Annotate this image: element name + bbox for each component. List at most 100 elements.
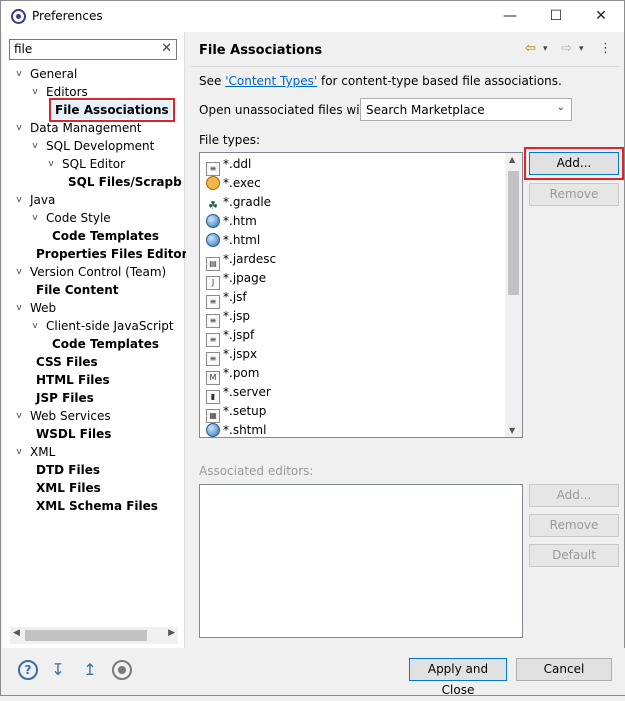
view-menu-icon[interactable]: ⋮: [599, 41, 612, 56]
file-type-row[interactable]: ▮ *.server: [206, 383, 271, 404]
maximize-button[interactable]: ☐: [533, 1, 579, 32]
add-editor-button[interactable]: Add...: [529, 484, 619, 507]
record-icon[interactable]: [112, 660, 132, 680]
file-type-name: *.pom: [223, 366, 260, 380]
file-type-name: *.shtml: [223, 423, 267, 437]
tree-item[interactable]: WSDL Files: [36, 425, 111, 443]
tree-item[interactable]: Version Control (Team): [30, 263, 166, 281]
expand-toggle-icon[interactable]: v: [14, 68, 24, 80]
help-icon[interactable]: ?: [18, 660, 38, 680]
expand-toggle-icon[interactable]: v: [14, 302, 24, 314]
expand-toggle-icon[interactable]: v: [14, 446, 24, 458]
expand-toggle-icon[interactable]: v: [30, 212, 40, 224]
info-suffix: for content-type based file associations…: [317, 74, 562, 88]
file-type-row[interactable]: ≡ *.jsf: [206, 288, 247, 309]
file-type-row[interactable]: J *.jpage: [206, 269, 266, 290]
scroll-thumb[interactable]: [25, 630, 147, 641]
scroll-right-icon[interactable]: ▶: [168, 628, 175, 638]
preferences-sidebar: file ✕ v General v Editors File Associations…: [2, 32, 188, 648]
import-icon[interactable]: ↧: [48, 660, 68, 680]
tree-item[interactable]: Java: [30, 191, 55, 209]
tree-item[interactable]: File Content: [36, 281, 119, 299]
tree-item[interactable]: Web Services: [30, 407, 111, 425]
tree-item[interactable]: Web: [30, 299, 56, 317]
associated-editors-list[interactable]: [199, 484, 523, 638]
file-type-row[interactable]: *.shtml: [206, 421, 267, 437]
scroll-thumb[interactable]: [508, 171, 519, 295]
expand-toggle-icon[interactable]: v: [14, 122, 24, 134]
file-type-row[interactable]: *.exec: [206, 174, 261, 193]
file-types-list[interactable]: ▲ ▼ ≡ *.ddl *.exec ☘ *.gradle *.htm *.html ▤ *.j…: [199, 152, 523, 438]
minimize-button[interactable]: —: [487, 1, 533, 32]
tree-item[interactable]: DTD Files: [36, 461, 100, 479]
file-type-name: *.jspf: [223, 328, 255, 342]
expand-toggle-icon[interactable]: v: [14, 266, 24, 278]
file-type-row[interactable]: ▦ *.setup: [206, 402, 266, 423]
close-button[interactable]: ✕: [578, 1, 624, 32]
file-types-label: File types:: [199, 133, 260, 147]
default-editor-button[interactable]: Default: [529, 544, 619, 567]
file-type-row[interactable]: ≡ *.ddl: [206, 155, 251, 176]
scroll-up-icon[interactable]: ▲: [509, 155, 515, 164]
expand-toggle-icon[interactable]: v: [14, 410, 24, 422]
dialog-button-bar: ? ↧ ↥ Apply and Close Cancel: [2, 648, 625, 697]
remove-editor-button[interactable]: Remove: [529, 514, 619, 537]
tree-item[interactable]: HTML Files: [36, 371, 110, 389]
content-types-link[interactable]: 'Content Types': [225, 74, 317, 88]
tree-item[interactable]: General: [30, 65, 77, 83]
scroll-down-icon[interactable]: ▼: [509, 426, 515, 435]
filter-input[interactable]: file ✕: [9, 39, 177, 60]
file-type-row[interactable]: ≡ *.jspx: [206, 345, 257, 366]
expand-toggle-icon[interactable]: v: [30, 140, 40, 152]
tree-item[interactable]: SQL Editor: [62, 155, 125, 173]
file-type-row[interactable]: *.htm: [206, 212, 257, 231]
file-type-name: *.jsp: [223, 309, 251, 323]
cancel-button[interactable]: Cancel: [516, 658, 612, 681]
tree-item[interactable]: CSS Files: [36, 353, 98, 371]
expand-toggle-icon[interactable]: v: [14, 194, 24, 206]
tree-item[interactable]: File Associations: [49, 98, 175, 122]
file-associations-page: File Associations ⇦ ▾ ⇨ ▾ ⋮ See 'Content…: [186, 32, 624, 648]
back-menu-icon[interactable]: ▾: [543, 44, 548, 54]
file-type-row[interactable]: ▤ *.jardesc: [206, 250, 276, 271]
tree-item[interactable]: Code Templates: [52, 335, 159, 353]
tree-item[interactable]: XML Files: [36, 479, 101, 497]
file-types-scrollbar[interactable]: ▲ ▼: [505, 153, 522, 437]
tree-item[interactable]: XML: [30, 443, 55, 461]
file-type-row[interactable]: ≡ *.jspf: [206, 326, 255, 347]
tree-item[interactable]: SQL Development: [46, 137, 154, 155]
sidebar-horizontal-scrollbar[interactable]: ◀ ▶: [10, 627, 178, 644]
file-type-row[interactable]: M *.pom: [206, 364, 260, 385]
tree-item[interactable]: Code Templates: [52, 227, 159, 245]
file-type-row[interactable]: ☘ *.gradle: [206, 193, 271, 212]
info-prefix: See: [199, 74, 226, 88]
tree-item[interactable]: JSP Files: [36, 389, 94, 407]
open-unassociated-label: Open unassociated files with:: [199, 103, 376, 117]
filter-value: file: [14, 42, 33, 56]
back-arrow-icon[interactable]: ⇦: [525, 41, 536, 56]
title-bar: Preferences — ☐ ✕: [1, 1, 624, 32]
chevron-down-icon: ⌄: [556, 102, 565, 113]
tree-item[interactable]: XML Schema Files: [36, 497, 158, 515]
remove-file-type-button[interactable]: Remove: [529, 183, 619, 206]
tree-item[interactable]: Data Management: [30, 119, 142, 137]
scroll-left-icon[interactable]: ◀: [13, 628, 20, 638]
expand-toggle-icon[interactable]: v: [30, 86, 40, 98]
add-file-type-button[interactable]: Add...: [524, 147, 624, 180]
tree-item[interactable]: Properties Files Editor: [36, 245, 188, 263]
apply-and-close-button[interactable]: Apply and Close: [409, 658, 507, 697]
forward-arrow-icon[interactable]: ⇨: [561, 41, 572, 56]
file-type-row[interactable]: ≡ *.jsp: [206, 307, 251, 328]
tree-item[interactable]: SQL Files/Scrapb: [68, 173, 182, 191]
tree-item[interactable]: Code Style: [46, 209, 111, 227]
content-types-info: See 'Content Types' for content-type bas…: [199, 74, 562, 88]
export-icon[interactable]: ↥: [80, 660, 100, 680]
file-type-row[interactable]: *.html: [206, 231, 260, 250]
clear-filter-icon[interactable]: ✕: [161, 41, 172, 56]
expand-toggle-icon[interactable]: v: [46, 158, 56, 170]
expand-toggle-icon[interactable]: v: [30, 320, 40, 332]
tree-item[interactable]: Client-side JavaScript: [46, 317, 174, 335]
forward-menu-icon[interactable]: ▾: [579, 44, 584, 54]
tree-item[interactable]: Editors: [46, 83, 88, 101]
open-unassociated-select[interactable]: Search Marketplace ⌄: [360, 98, 572, 121]
